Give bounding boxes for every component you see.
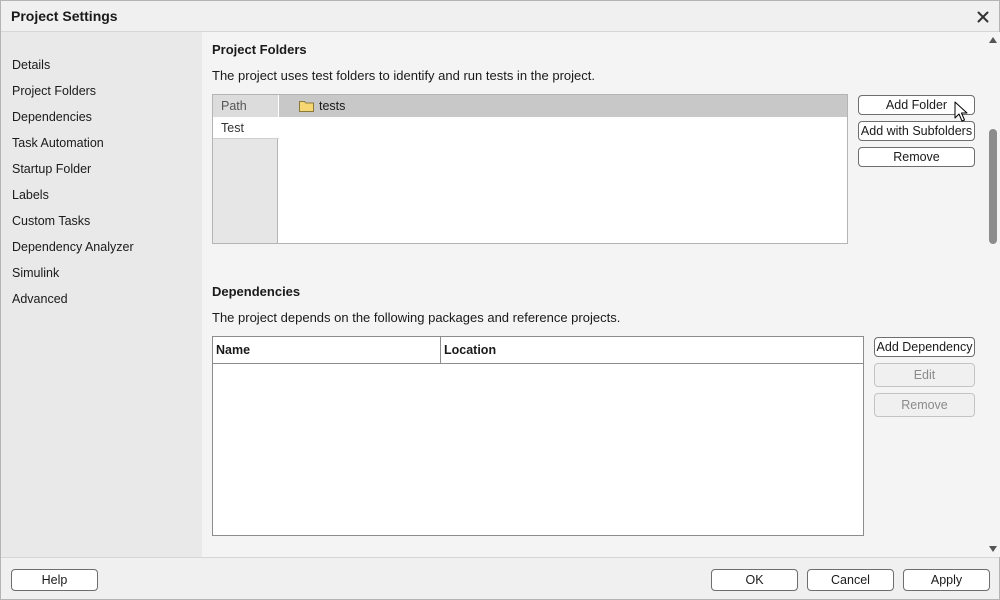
edit-dependency-button[interactable]: Edit: [874, 363, 975, 387]
sidebar-item-project-folders[interactable]: Project Folders: [12, 81, 96, 101]
folder-icon: [299, 101, 314, 112]
list-item[interactable]: tests: [279, 95, 847, 117]
dependencies-description: The project depends on the following pac…: [212, 310, 621, 325]
title-bar: Project Settings: [1, 1, 999, 32]
vertical-scrollbar[interactable]: [986, 32, 1000, 557]
sidebar-item-task-automation[interactable]: Task Automation: [12, 133, 104, 153]
dialog-footer: Help OK Cancel Apply: [1, 557, 999, 599]
dialog-title: Project Settings: [11, 8, 118, 24]
settings-content: Project Folders The project uses test fo…: [202, 32, 986, 557]
dependencies-table: Name Location: [212, 336, 864, 536]
dependencies-table-header: Name Location: [213, 337, 863, 364]
folder-type-tabs: Path Test: [213, 95, 279, 243]
scroll-up-button[interactable]: [988, 35, 998, 45]
dependencies-title: Dependencies: [212, 284, 301, 299]
add-with-subfolders-button[interactable]: Add with Subfolders: [858, 121, 975, 141]
column-header-location[interactable]: Location: [441, 337, 863, 363]
add-dependency-button[interactable]: Add Dependency: [874, 337, 975, 357]
tab-test[interactable]: Test: [213, 117, 279, 139]
remove-folder-button[interactable]: Remove: [858, 147, 975, 167]
project-folders-panel: Path Test tests: [212, 94, 848, 244]
cancel-button[interactable]: Cancel: [807, 569, 894, 591]
close-icon: [977, 11, 989, 23]
sidebar-item-labels[interactable]: Labels: [12, 185, 49, 205]
column-header-name[interactable]: Name: [213, 337, 441, 363]
help-button[interactable]: Help: [11, 569, 98, 591]
settings-sidebar: Details Project Folders Dependencies Tas…: [1, 32, 202, 557]
project-folders-title: Project Folders: [212, 42, 307, 57]
folder-name: tests: [319, 99, 346, 113]
sidebar-item-dependencies[interactable]: Dependencies: [12, 107, 92, 127]
remove-dependency-button[interactable]: Remove: [874, 393, 975, 417]
close-button[interactable]: [973, 7, 993, 27]
sidebar-item-dependency-analyzer[interactable]: Dependency Analyzer: [12, 237, 134, 257]
scroll-thumb[interactable]: [989, 129, 997, 244]
sidebar-item-simulink[interactable]: Simulink: [12, 263, 59, 283]
apply-button[interactable]: Apply: [903, 569, 990, 591]
scroll-up-icon: [989, 37, 997, 43]
scroll-down-icon: [989, 546, 997, 552]
sidebar-item-custom-tasks[interactable]: Custom Tasks: [12, 211, 90, 231]
project-settings-dialog: Project Settings Details Project Folders…: [0, 0, 1000, 600]
sidebar-item-startup-folder[interactable]: Startup Folder: [12, 159, 91, 179]
sidebar-item-details[interactable]: Details: [12, 55, 50, 75]
add-folder-button[interactable]: Add Folder: [858, 95, 975, 115]
ok-button[interactable]: OK: [711, 569, 798, 591]
scroll-down-button[interactable]: [988, 544, 998, 554]
tab-path[interactable]: Path: [213, 95, 278, 117]
sidebar-item-advanced[interactable]: Advanced: [12, 289, 68, 309]
project-folders-description: The project uses test folders to identif…: [212, 68, 595, 83]
